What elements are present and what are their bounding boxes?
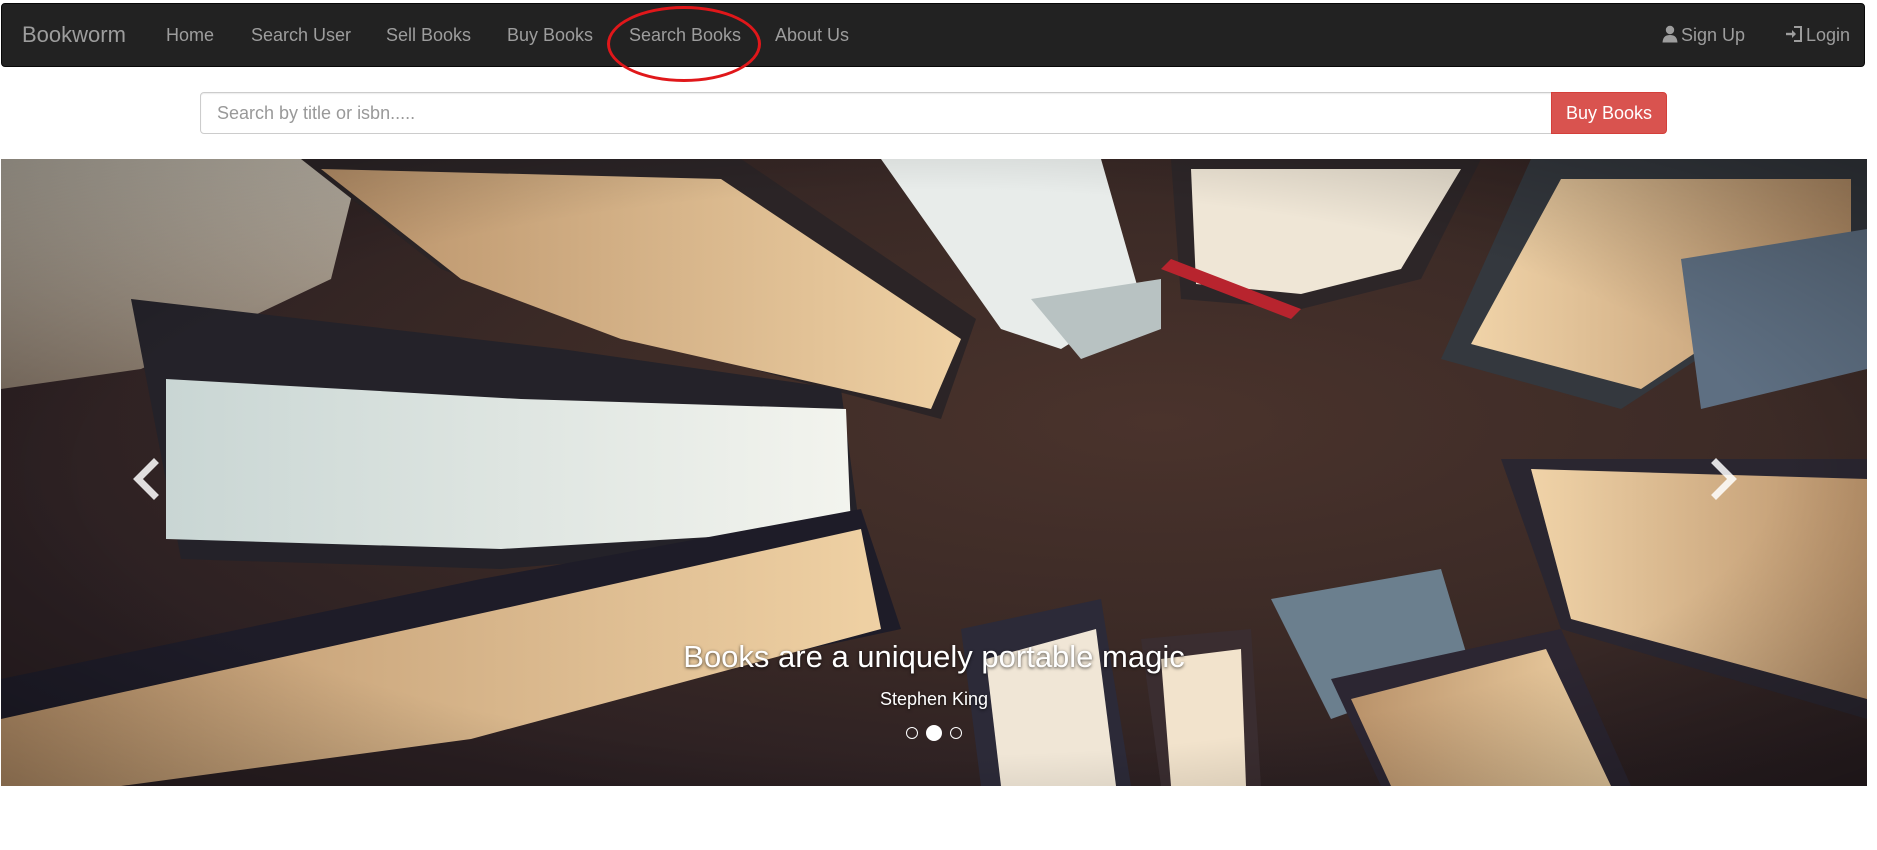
login-link[interactable]: Login [1785, 4, 1850, 66]
hero-carousel: Books are a uniquely portable magic Step… [1, 159, 1867, 786]
brand-logo[interactable]: Bookworm [22, 4, 126, 66]
signup-label: Sign Up [1681, 25, 1746, 45]
nav-sell-books[interactable]: Sell Books [386, 4, 471, 66]
buy-books-button[interactable]: Buy Books [1551, 92, 1667, 134]
carousel-indicator-1[interactable] [906, 727, 918, 739]
carousel-indicators [1, 723, 1867, 743]
chevron-left-icon[interactable] [116, 449, 176, 509]
chevron-right-icon[interactable] [1694, 449, 1754, 509]
user-icon [1662, 25, 1678, 43]
top-navbar: Bookworm Home Search User Sell Books Buy… [1, 3, 1865, 67]
search-bar: Buy Books [200, 92, 1667, 134]
nav-about-us[interactable]: About Us [775, 4, 849, 66]
nav-buy-books[interactable]: Buy Books [507, 4, 593, 66]
carousel-caption-author: Stephen King [879, 689, 989, 709]
carousel-indicator-2[interactable] [926, 725, 942, 741]
signup-link[interactable]: Sign Up [1662, 4, 1745, 66]
log-in-icon [1786, 26, 1802, 42]
carousel-indicator-3[interactable] [950, 727, 962, 739]
search-input[interactable] [200, 92, 1552, 134]
carousel-caption-title: Books are a uniquely portable magic [683, 639, 1185, 674]
nav-search-books[interactable]: Search Books [629, 4, 741, 66]
login-label: Login [1806, 25, 1851, 45]
nav-home[interactable]: Home [166, 4, 214, 66]
nav-search-user[interactable]: Search User [251, 4, 351, 66]
